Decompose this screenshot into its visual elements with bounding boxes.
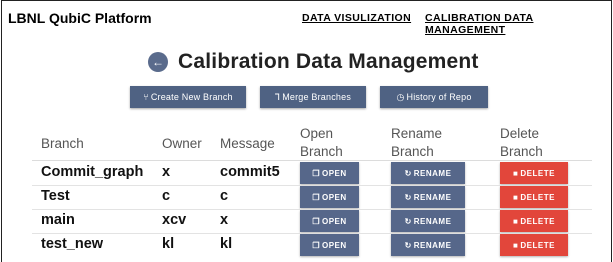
rename-icon: ↻ <box>404 192 412 202</box>
delete-branch-button[interactable]: ■ DELETE <box>500 186 568 208</box>
rename-label: RENAME <box>413 216 452 226</box>
create-new-branch-button[interactable]: ⑂ Create New Branch <box>130 86 246 108</box>
open-branch-button[interactable]: ❐ OPEN <box>300 186 359 208</box>
table-row: test_new kl kl ❐ OPEN ↻ RENAME ■ DELETE <box>2 233 613 257</box>
merge-branches-button[interactable]: ⅂ Merge Branches <box>260 86 366 108</box>
rename-icon: ↻ <box>404 216 412 226</box>
page-title-row: ← Calibration Data Management <box>148 45 479 79</box>
open-branch-button[interactable]: ❐ OPEN <box>300 234 359 256</box>
create-new-branch-label: Create New Branch <box>150 92 233 102</box>
history-of-repo-button[interactable]: ◷ History of Repo <box>380 86 488 108</box>
rename-branch-button[interactable]: ↻ RENAME <box>391 162 465 184</box>
open-label: OPEN <box>322 168 347 178</box>
history-icon: ◷ <box>396 91 405 102</box>
branch-name: main <box>41 212 75 228</box>
branch-icon: ⑂ <box>143 92 149 102</box>
delete-label: DELETE <box>520 216 555 226</box>
column-header-owner: Owner <box>162 136 202 151</box>
rename-branch-button[interactable]: ↻ RENAME <box>391 210 465 232</box>
table-row: main xcv x ❐ OPEN ↻ RENAME ■ DELETE <box>2 209 613 233</box>
delete-branch-button[interactable]: ■ DELETE <box>500 210 568 232</box>
open-label: OPEN <box>322 216 347 226</box>
rename-icon: ↻ <box>404 168 412 178</box>
delete-branch-button[interactable]: ■ DELETE <box>500 234 568 256</box>
commit-message: kl <box>220 236 233 252</box>
column-header-rename-line2: Branch <box>391 144 434 159</box>
branch-name: Test <box>41 188 70 204</box>
page-title: Calibration Data Management <box>178 50 479 73</box>
branch-owner: x <box>162 164 171 180</box>
column-header-rename-line1: Rename <box>391 126 443 141</box>
column-header-rename-branch: Rename Branch <box>391 125 471 161</box>
column-header-open-branch: Open Branch <box>300 125 360 161</box>
trash-icon: ■ <box>513 168 519 178</box>
column-header-branch: Branch <box>41 136 84 151</box>
rename-label: RENAME <box>413 240 452 250</box>
open-branch-button[interactable]: ❐ OPEN <box>300 162 359 184</box>
branch-name: Commit_graph <box>41 164 144 180</box>
column-header-delete-branch: Delete Branch <box>500 125 570 161</box>
app-frame: LBNL QubiC Platform DATA VISULIZATION CA… <box>1 0 612 262</box>
column-header-open-line1: Open <box>300 126 334 141</box>
trash-icon: ■ <box>513 240 519 250</box>
commit-message: commit5 <box>220 164 280 180</box>
copy-icon: ❐ <box>312 240 320 250</box>
merge-branches-label: Merge Branches <box>282 92 352 102</box>
nav-data-visualization[interactable]: DATA VISULIZATION <box>302 12 411 24</box>
nav-calibration-data-management[interactable]: CALIBRATION DATA MANAGEMENT <box>425 12 611 36</box>
column-header-delete-line2: Branch <box>500 144 543 159</box>
trash-icon: ■ <box>513 192 519 202</box>
copy-icon: ❐ <box>312 168 320 178</box>
rename-branch-button[interactable]: ↻ RENAME <box>391 186 465 208</box>
commit-message: x <box>220 212 229 228</box>
rename-label: RENAME <box>413 192 452 202</box>
open-label: OPEN <box>322 192 347 202</box>
branch-name: test_new <box>41 236 104 252</box>
branch-owner: xcv <box>162 212 187 228</box>
column-header-delete-line1: Delete <box>500 126 540 141</box>
copy-icon: ❐ <box>312 192 320 202</box>
copy-icon: ❐ <box>312 216 320 226</box>
open-label: OPEN <box>322 240 347 250</box>
table-row: Test c c ❐ OPEN ↻ RENAME ■ DELETE <box>2 185 613 209</box>
column-header-message: Message <box>220 136 275 151</box>
open-branch-button[interactable]: ❐ OPEN <box>300 210 359 232</box>
trash-icon: ■ <box>513 216 519 226</box>
rename-branch-button[interactable]: ↻ RENAME <box>391 234 465 256</box>
table-row: Commit_graph x commit5 ❐ OPEN ↻ RENAME ■… <box>2 161 613 185</box>
delete-label: DELETE <box>520 240 555 250</box>
branch-owner: c <box>162 188 171 204</box>
rename-icon: ↻ <box>404 240 412 250</box>
delete-label: DELETE <box>520 192 555 202</box>
delete-branch-button[interactable]: ■ DELETE <box>500 162 568 184</box>
back-arrow-icon[interactable]: ← <box>148 52 168 72</box>
rename-label: RENAME <box>413 168 452 178</box>
history-of-repo-label: History of Repo <box>406 92 472 102</box>
delete-label: DELETE <box>520 168 555 178</box>
branch-owner: kl <box>162 236 175 252</box>
merge-icon: ⅂ <box>274 91 281 102</box>
column-header-open-line2: Branch <box>300 144 343 159</box>
brand-title: LBNL QubiC Platform <box>8 10 152 26</box>
commit-message: c <box>220 188 229 204</box>
